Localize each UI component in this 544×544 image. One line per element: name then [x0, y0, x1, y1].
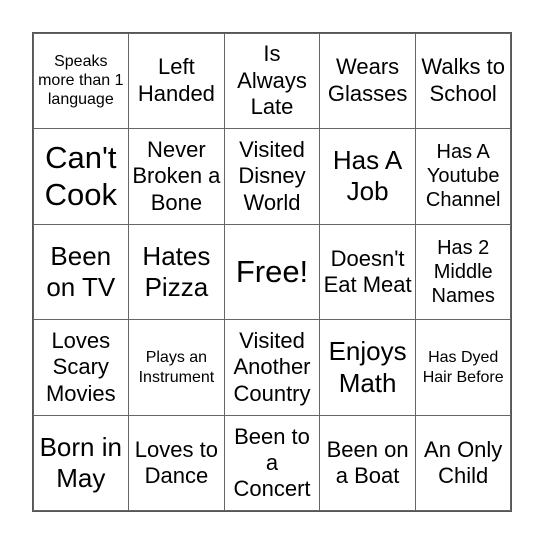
bingo-cell[interactable]: Has 2 Middle Names [414, 223, 512, 321]
bingo-cell[interactable]: Enjoys Math [319, 319, 416, 416]
bingo-cell[interactable]: Been on a Boat [319, 414, 416, 512]
bingo-cell[interactable]: Been to a Concert [223, 414, 321, 512]
bingo-cell[interactable]: Walks to School [414, 32, 512, 130]
bingo-cell[interactable]: Left Handed [128, 32, 225, 130]
bingo-cell[interactable]: Born in May [32, 414, 130, 512]
bingo-cell[interactable]: Been on TV [32, 223, 130, 321]
bingo-cell[interactable]: Can't Cook [32, 128, 130, 225]
bingo-cell[interactable]: Has A Youtube Channel [414, 128, 512, 225]
bingo-cell[interactable]: Is Always Late [223, 32, 321, 130]
bingo-cell[interactable]: Visited Disney World [223, 128, 321, 225]
bingo-cell[interactable]: Plays an Instrument [128, 319, 225, 416]
bingo-cell-free[interactable]: Free! [223, 223, 321, 321]
bingo-cell[interactable]: Has Dyed Hair Before [414, 319, 512, 416]
bingo-cell[interactable]: Speaks more than 1 language [32, 32, 130, 130]
bingo-cell[interactable]: Doesn't Eat Meat [319, 223, 416, 321]
bingo-cell[interactable]: Wears Glasses [319, 32, 416, 130]
bingo-cell[interactable]: Never Broken a Bone [128, 128, 225, 225]
bingo-cell[interactable]: Loves Scary Movies [32, 319, 130, 416]
bingo-cell[interactable]: Loves to Dance [128, 414, 225, 512]
bingo-card: Speaks more than 1 language Left Handed … [32, 32, 512, 512]
bingo-cell[interactable]: An Only Child [414, 414, 512, 512]
bingo-cell[interactable]: Has A Job [319, 128, 416, 225]
bingo-cell[interactable]: Visited Another Country [223, 319, 321, 416]
bingo-cell[interactable]: Hates Pizza [128, 223, 225, 321]
